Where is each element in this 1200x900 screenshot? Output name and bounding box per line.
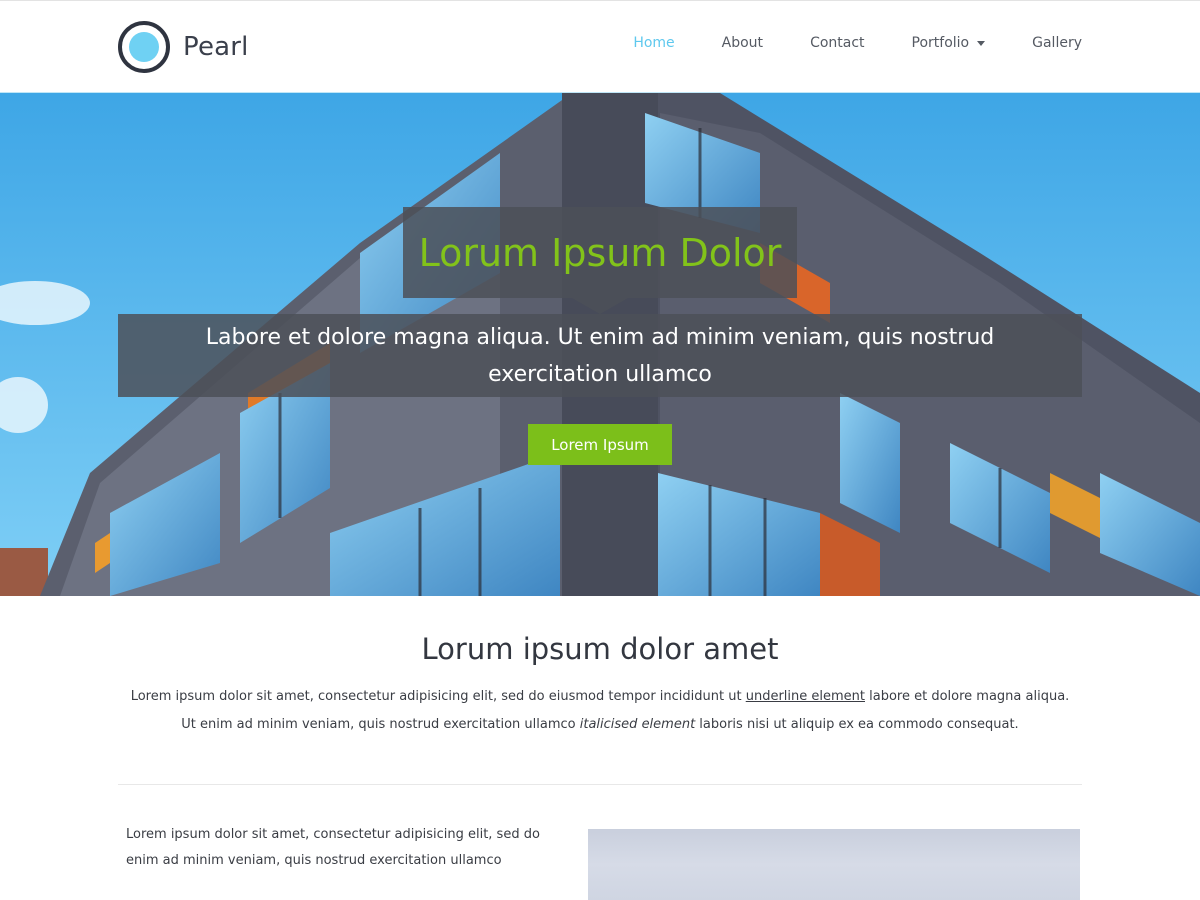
- intro-paragraph: Lorem ipsum dolor sit amet, consectetur …: [118, 683, 1082, 739]
- nav-gallery[interactable]: Gallery: [1032, 35, 1082, 51]
- column-text: Lorem ipsum dolor sit amet, consectetur …: [126, 827, 540, 868]
- brand[interactable]: Pearl: [118, 21, 249, 73]
- hero-title-box: Lorum Ipsum Dolor: [403, 207, 797, 298]
- brand-name: Pearl: [183, 32, 249, 62]
- intro-text-1: Lorem ipsum dolor sit amet, consectetur …: [130, 689, 746, 704]
- nav-portfolio-label: Portfolio: [911, 35, 970, 51]
- caret-down-icon: [977, 40, 986, 46]
- hero-title: Lorum Ipsum Dolor: [418, 230, 782, 275]
- column-image: [588, 829, 1080, 900]
- main-nav: Home About Contact Portfolio Gallery: [586, 35, 1082, 51]
- intro-italic: italicised element: [579, 717, 696, 732]
- hero-title-pointer: [572, 298, 628, 314]
- logo-dot: [129, 32, 159, 62]
- hero-banner: Lorum Ipsum Dolor Labore et dolore magna…: [0, 93, 1200, 596]
- nav-home[interactable]: Home: [633, 35, 674, 51]
- section-divider: [118, 784, 1082, 785]
- intro-underline: underline element: [745, 689, 865, 704]
- intro-text-3: laboris nisi ut aliquip ex ea commodo co…: [695, 717, 1019, 732]
- nav-about[interactable]: About: [722, 35, 763, 51]
- intro-section: Lorum ipsum dolor amet Lorem ipsum dolor…: [118, 632, 1082, 739]
- intro-title: Lorum ipsum dolor amet: [421, 632, 779, 666]
- site-header: Pearl Home About Contact Portfolio Galle…: [0, 0, 1200, 93]
- hero-subtitle-box: Labore et dolore magna aliqua. Ut enim a…: [118, 314, 1082, 397]
- nav-contact[interactable]: Contact: [810, 35, 864, 51]
- logo-icon: [118, 21, 170, 73]
- nav-portfolio[interactable]: Portfolio: [912, 35, 986, 51]
- hero-cta-button[interactable]: Lorem Ipsum: [528, 424, 672, 465]
- hero-subtitle: Labore et dolore magna aliqua. Ut enim a…: [205, 324, 995, 387]
